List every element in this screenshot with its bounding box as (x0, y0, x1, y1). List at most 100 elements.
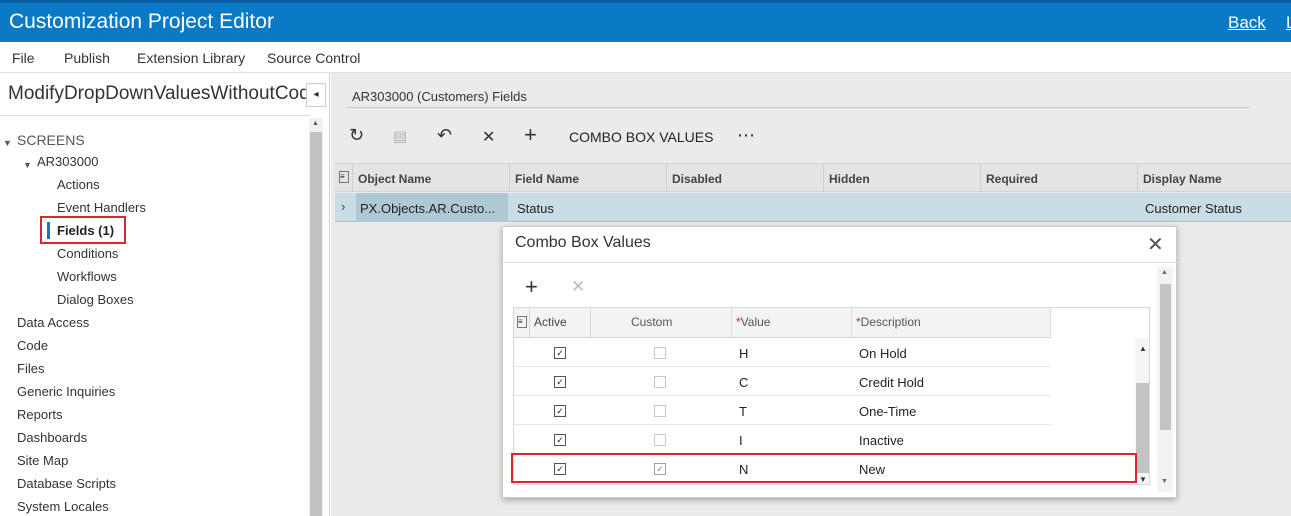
scroll-up-icon[interactable]: ▲ (1161, 269, 1168, 276)
scroll-down-icon[interactable]: ▼ (1161, 478, 1168, 485)
menu-extension-library[interactable]: Extension Library (137, 50, 245, 66)
custom-checkbox[interactable] (654, 347, 666, 359)
back-link[interactable]: Back (1228, 13, 1266, 33)
tree-item-site-map[interactable]: Site Map (17, 453, 68, 468)
column-display-name[interactable]: Display Name (1137, 164, 1291, 192)
delete-icon[interactable]: ✕ (482, 127, 495, 147)
custom-checkbox[interactable] (654, 434, 666, 446)
active-checkbox[interactable]: ✓ (554, 405, 566, 417)
scrollbar-thumb[interactable] (1136, 383, 1149, 473)
column-disabled[interactable]: Disabled (666, 164, 823, 192)
add-icon[interactable]: + (524, 122, 537, 148)
active-checkbox[interactable]: ✓ (554, 463, 566, 475)
delete-icon[interactable]: ✕ (571, 277, 585, 297)
window-title: Customization Project Editor (9, 10, 274, 33)
divider (503, 262, 1178, 263)
tree-screens[interactable]: SCREENS (17, 132, 85, 148)
column-value[interactable]: *Value (731, 308, 851, 337)
extra-link[interactable]: L (1286, 13, 1291, 33)
column-description[interactable]: *Description (851, 308, 1051, 337)
value-cell[interactable]: N (739, 462, 748, 477)
table-row[interactable]: › PX.Objects.AR.Custo... Status Customer… (335, 193, 1291, 222)
tree-item-dashboards[interactable]: Dashboards (17, 430, 87, 445)
column-custom[interactable]: Custom (590, 308, 731, 337)
menu-file[interactable]: File (12, 50, 35, 66)
value-cell[interactable]: T (739, 404, 747, 419)
tree-item-data-access[interactable]: Data Access (17, 315, 89, 330)
column-field-name[interactable]: Field Name (509, 164, 666, 192)
add-icon[interactable]: + (525, 274, 538, 300)
column-required[interactable]: Required (980, 164, 1137, 192)
tree-item-actions[interactable]: Actions (57, 177, 100, 192)
tree-item-system-locales[interactable]: System Locales (17, 499, 109, 514)
active-checkbox[interactable]: ✓ (554, 347, 566, 359)
grid-scrollbar[interactable]: ▲ ▼ (1135, 338, 1149, 484)
page-title: AR303000 (Customers) Fields (352, 89, 527, 104)
active-checkbox[interactable]: ✓ (554, 434, 566, 446)
column-object-name[interactable]: Object Name (352, 164, 509, 192)
description-cell[interactable]: Inactive (859, 433, 904, 448)
chevron-down-icon[interactable]: ▼ (23, 160, 32, 170)
column-active[interactable]: Active (529, 308, 590, 337)
column-hidden[interactable]: Hidden (823, 164, 980, 192)
tree-item-database-scripts[interactable]: Database Scripts (17, 476, 116, 491)
tree-item-conditions[interactable]: Conditions (57, 246, 118, 261)
value-cell[interactable]: C (739, 375, 748, 390)
table-row[interactable]: ✓ T One-Time (514, 396, 1051, 425)
close-icon[interactable]: ✕ (1147, 232, 1164, 257)
cell-object-name[interactable]: PX.Objects.AR.Custo... (360, 201, 505, 216)
dialog-scrollbar[interactable]: ▲ ▼ (1157, 267, 1173, 492)
description-cell[interactable]: New (859, 462, 885, 477)
more-icon[interactable]: ⋯ (737, 125, 755, 146)
menu-publish[interactable]: Publish (64, 50, 110, 66)
scrollbar-thumb[interactable] (310, 132, 322, 516)
tree-scrollbar[interactable]: ▲ (309, 118, 323, 516)
tree-item-fields[interactable]: Fields (1) (40, 216, 126, 244)
value-cell[interactable]: I (739, 433, 743, 448)
tree-item-generic-inquiries[interactable]: Generic Inquiries (17, 384, 115, 399)
tree-item-reports[interactable]: Reports (17, 407, 63, 422)
chevron-right-icon[interactable]: › (341, 199, 345, 214)
cell-field-name[interactable]: Status (517, 201, 554, 216)
tree-item-event-handlers[interactable]: Event Handlers (57, 200, 146, 215)
save-icon[interactable]: ▤ (393, 127, 407, 145)
combo-box-values-button[interactable]: COMBO BOX VALUES (569, 129, 713, 145)
table-row[interactable]: ✓ H On Hold (514, 338, 1051, 367)
title-bar: Customization Project Editor Back L (0, 0, 1291, 42)
table-row[interactable]: ✓ ✓ N New (514, 454, 1051, 483)
menu-source-control[interactable]: Source Control (267, 50, 360, 66)
description-cell[interactable]: One-Time (859, 404, 916, 419)
active-checkbox[interactable]: ✓ (554, 376, 566, 388)
fields-grid-header: ≡ Object Name Field Name Disabled Hidden… (335, 163, 1291, 192)
grid-config-icon[interactable]: ≡ (339, 171, 349, 183)
custom-checkbox[interactable]: ✓ (654, 463, 666, 475)
tree-item-files[interactable]: Files (17, 361, 44, 376)
collapse-panel-button[interactable]: ◂ (306, 83, 326, 107)
custom-checkbox[interactable] (654, 376, 666, 388)
tree-item-fields-label: Fields (1) (57, 223, 115, 238)
scrollbar-thumb[interactable] (1160, 284, 1171, 430)
scroll-down-icon[interactable]: ▼ (1139, 475, 1147, 484)
combo-values-grid: ≡ Active Custom *Value *Description ✓ H … (513, 307, 1150, 485)
tree-item-dialog-boxes[interactable]: Dialog Boxes (57, 292, 134, 307)
cell-display-name[interactable]: Customer Status (1145, 201, 1242, 216)
grid-config-icon[interactable]: ≡ (517, 316, 527, 328)
description-cell[interactable]: Credit Hold (859, 375, 924, 390)
refresh-icon[interactable]: ↻ (349, 125, 364, 146)
tree-item-workflows[interactable]: Workflows (57, 269, 117, 284)
tree-item-code[interactable]: Code (17, 338, 48, 353)
column-description-label: Description (860, 315, 921, 329)
chevron-down-icon[interactable]: ▼ (3, 138, 12, 148)
tree-screen-ar303000[interactable]: AR303000 (37, 154, 98, 169)
scroll-up-icon[interactable]: ▲ (312, 120, 319, 127)
project-tree-panel: ModifyDropDownValuesWithoutCode ◂ ▼ SCRE… (0, 73, 330, 516)
value-cell[interactable]: H (739, 346, 748, 361)
custom-checkbox[interactable] (654, 405, 666, 417)
project-tree: ▼ SCREENS ▼ AR303000 Actions Event Handl… (0, 117, 308, 516)
table-row[interactable]: ✓ C Credit Hold (514, 367, 1051, 396)
table-row[interactable]: ✓ I Inactive (514, 425, 1051, 454)
description-cell[interactable]: On Hold (859, 346, 907, 361)
divider (347, 107, 1249, 108)
scroll-up-icon[interactable]: ▲ (1139, 344, 1147, 353)
undo-icon[interactable]: ↶ (437, 125, 452, 146)
